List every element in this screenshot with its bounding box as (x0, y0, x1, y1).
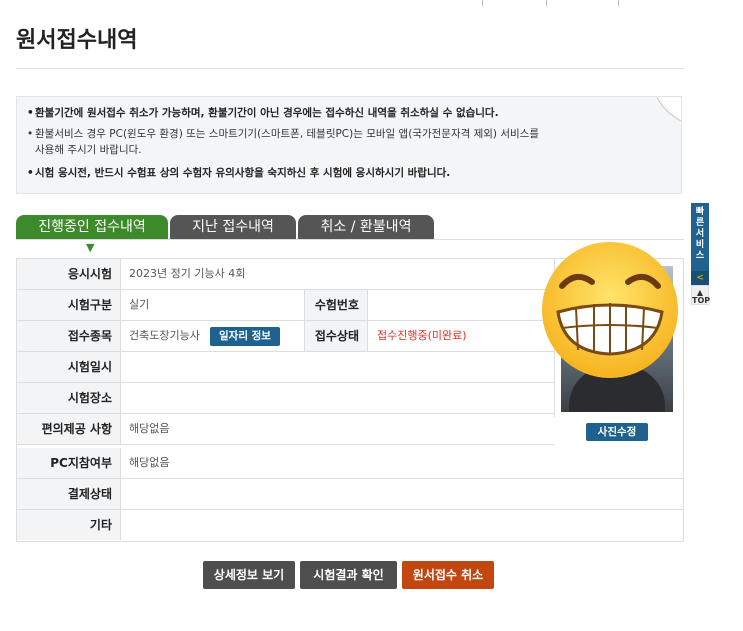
photo-edit-button[interactable]: 사진수정 (586, 423, 648, 441)
notice-item: •시험 응시전, 반드시 수험표 상의 수험자 유의사항을 숙지하신 후 시험에… (27, 167, 451, 179)
quick-service-button[interactable]: 빠른서비스 (691, 203, 709, 271)
row-convenience: 편의제공 사항 해당없음 (17, 414, 554, 445)
row-exam: 응시시험 2023년 정기 기능사 4회 (17, 259, 554, 290)
value-exam: 2023년 정기 기능사 4회 (129, 267, 246, 280)
label-convenience: 편의제공 사항 (17, 414, 121, 444)
notice-item: • 환불서비스 경우 PC(윈도우 환경) 또는 스마트기기(스마트폰, 테블릿P… (27, 128, 539, 140)
label-status: 접수상태 (304, 321, 368, 351)
row-subject: 접수종목 건축도장기능사 일자리 정보 접수상태 접수진행중(미완료) (17, 321, 554, 352)
notice-box: •환불기간에 원서접수 취소가 가능하며, 환불기간이 아닌 경우에는 접수하신… (16, 96, 682, 194)
row-pc-bring: PC지참여부 해당없음 (17, 448, 683, 479)
label-etc: 기타 (17, 510, 121, 540)
label-payment: 결제상태 (17, 479, 121, 509)
value-convenience: 해당없음 (129, 422, 170, 435)
view-detail-button[interactable]: 상세정보 보기 (203, 561, 295, 589)
top-divider-lines (470, 0, 650, 6)
label-exam-type: 시험구분 (17, 290, 121, 320)
tab-in-progress[interactable]: 진행중인 접수내역 (16, 215, 168, 239)
tab-cancel-refund[interactable]: 취소 / 환불내역 (298, 215, 434, 239)
value-exam-type: 실기 (129, 298, 150, 311)
row-exam-date: 시험일시 (17, 352, 554, 383)
row-etc: 기타 (17, 510, 683, 541)
value-pc-bring: 해당없음 (129, 456, 170, 469)
grinning-emoji-icon (542, 242, 678, 378)
chevron-down-icon: ▼ (86, 241, 95, 254)
label-subject: 접수종목 (17, 321, 121, 351)
value-status: 접수진행중(미완료) (377, 329, 467, 342)
label-exam-place: 시험장소 (17, 383, 121, 413)
label-pc-bring: PC지참여부 (17, 448, 121, 478)
notice-item-continued: 사용해 주시기 바랍니다. (35, 144, 142, 156)
exam-result-button[interactable]: 시험결과 확인 (300, 561, 397, 589)
label-exam-date: 시험일시 (17, 352, 121, 382)
notice-item: •환불기간에 원서접수 취소가 가능하며, 환불기간이 아닌 경우에는 접수하신… (27, 107, 499, 119)
label-exam-number: 수험번호 (304, 290, 368, 320)
chevron-left-icon[interactable]: < (691, 271, 709, 285)
row-payment: 결제상태 (17, 479, 683, 510)
page-fold-icon (657, 97, 681, 121)
label-exam: 응시시험 (17, 259, 121, 289)
scroll-top-button[interactable]: ▲ TOP (691, 285, 711, 305)
cancel-application-button[interactable]: 원서접수 취소 (402, 561, 494, 589)
job-info-button[interactable]: 일자리 정보 (210, 327, 280, 346)
tab-past[interactable]: 지난 접수내역 (170, 215, 296, 239)
top-label: TOP (692, 296, 711, 305)
title-divider (16, 68, 684, 69)
row-exam-type: 시험구분 실기 수험번호 (17, 290, 554, 321)
quick-service-label: 빠른서비스 (695, 207, 705, 261)
page-title: 원서접수내역 (16, 28, 138, 53)
row-exam-place: 시험장소 (17, 383, 554, 414)
value-subject: 건축도장기능사 (129, 329, 200, 342)
